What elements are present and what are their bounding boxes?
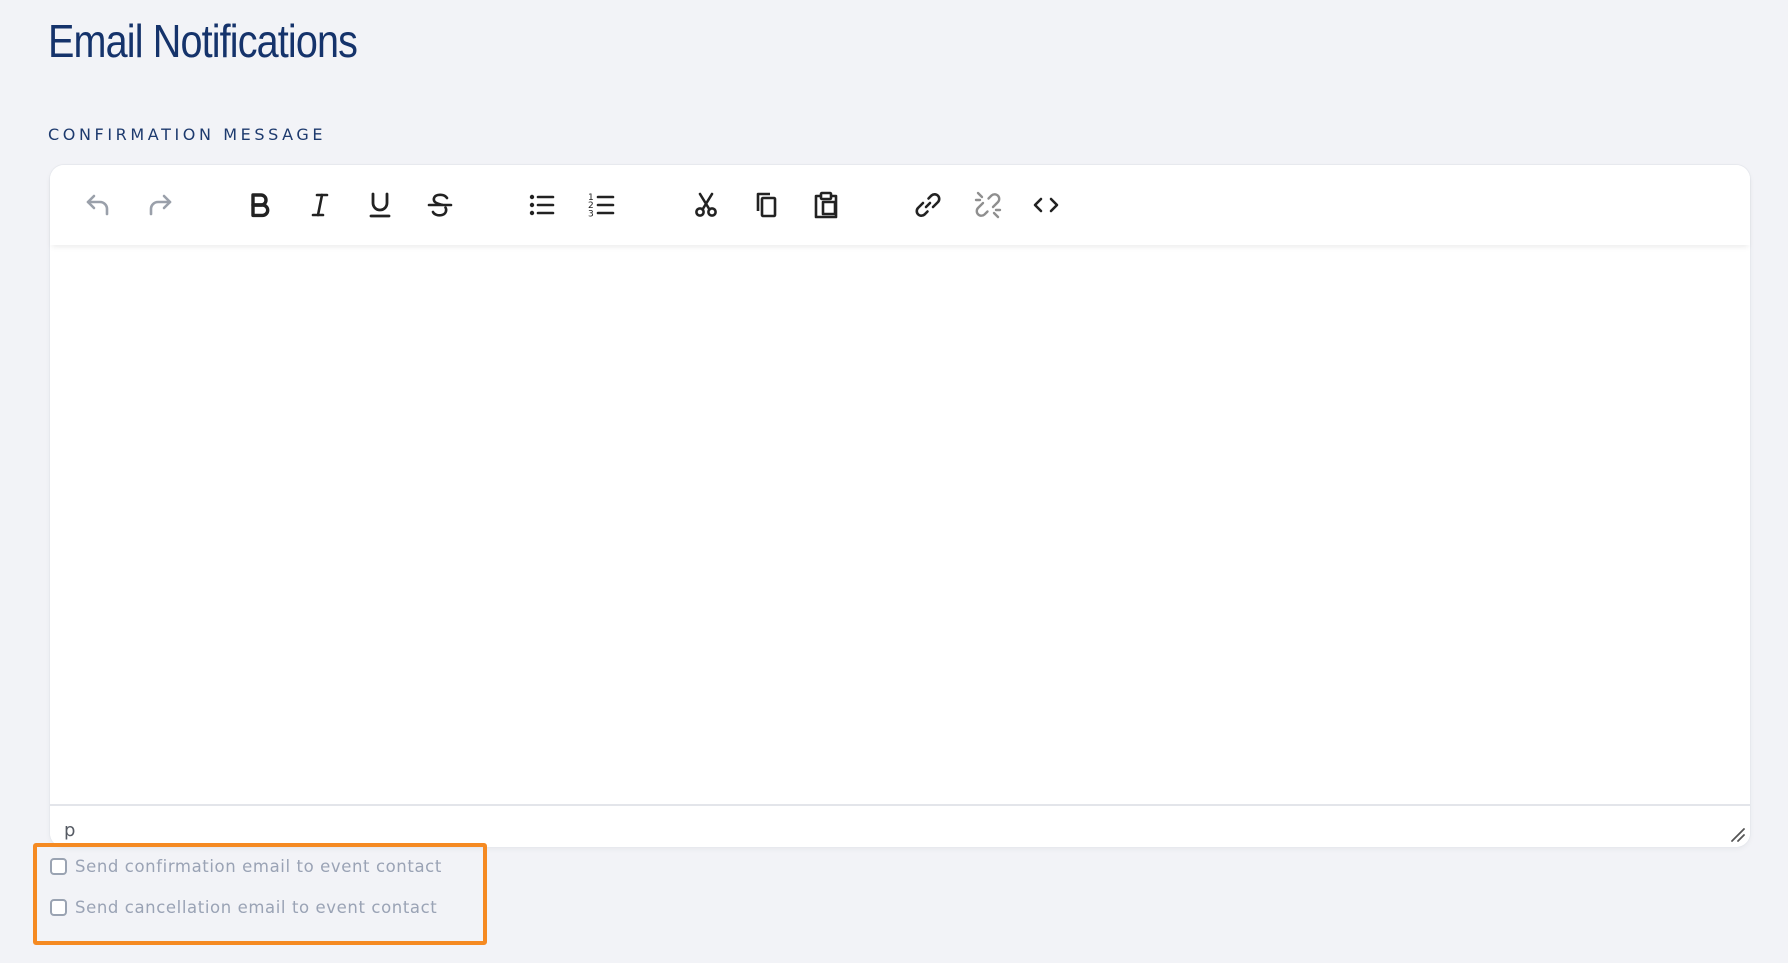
send-confirmation-label: Send confirmation email to event contact [75,857,442,876]
send-confirmation-option[interactable]: Send confirmation email to event contact [50,857,442,876]
bold-icon [251,193,270,218]
source-code-button[interactable] [1026,185,1066,225]
copy-button[interactable] [746,185,786,225]
editor-content-area[interactable] [50,245,1750,804]
redo-button[interactable] [140,185,180,225]
link-button[interactable] [908,185,948,225]
confirmation-message-editor: 1 2 3 p [50,165,1750,847]
confirmation-message-label: CONFIRMATION MESSAGE [48,125,327,144]
redo-icon [149,194,172,216]
unlink-button[interactable] [968,185,1008,225]
scissors-icon [695,192,717,217]
italic-button[interactable] [300,185,340,225]
undo-icon [86,194,109,216]
copy-icon [756,192,777,218]
svg-text:3: 3 [588,210,594,220]
bold-button[interactable] [240,185,280,225]
cut-button[interactable] [686,185,726,225]
editor-statusbar: p [50,804,1750,847]
editor-toolbar: 1 2 3 [50,165,1750,245]
send-confirmation-checkbox[interactable] [50,858,67,875]
numbered-list-button[interactable]: 1 2 3 [582,185,622,225]
numbered-list-icon: 1 2 3 [588,193,615,220]
bullet-list-icon [529,194,555,216]
undo-button[interactable] [78,185,118,225]
unlink-icon [974,191,1002,219]
resize-handle-icon[interactable] [1728,825,1746,843]
underline-icon [369,192,391,218]
underline-button[interactable] [360,185,400,225]
send-cancellation-option[interactable]: Send cancellation email to event contact [50,898,437,917]
email-options-group: Send confirmation email to event contact… [33,843,487,945]
clipboard-icon [814,191,838,219]
send-cancellation-checkbox[interactable] [50,899,67,916]
bullet-list-button[interactable] [522,185,562,225]
paste-button[interactable] [806,185,846,225]
strikethrough-icon [427,193,453,217]
link-icon [915,193,941,217]
code-icon [1033,197,1059,213]
element-path[interactable]: p [64,820,75,841]
send-cancellation-label: Send cancellation email to event contact [75,898,438,917]
italic-icon [311,193,329,217]
strikethrough-button[interactable] [420,185,460,225]
page-title: Email Notifications [48,15,358,67]
